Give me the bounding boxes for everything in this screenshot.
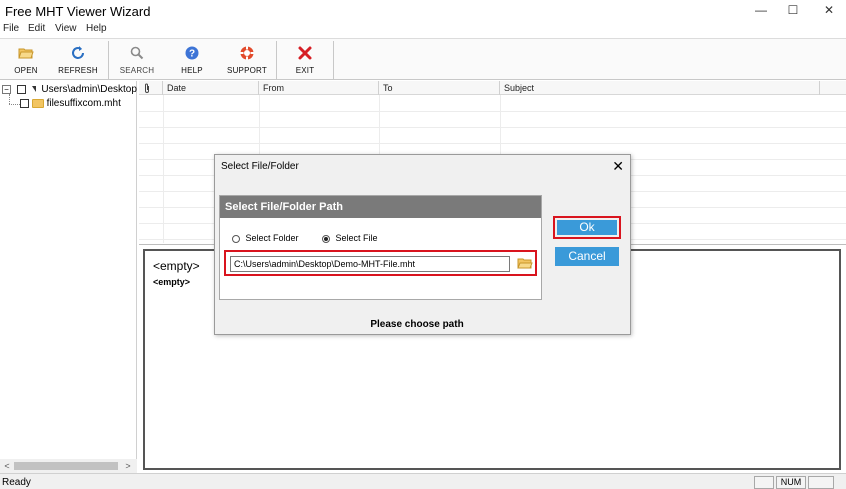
path-hint: Please choose path: [370, 319, 464, 330]
menu-edit[interactable]: Edit: [28, 23, 45, 34]
support-label: SUPPORT: [227, 66, 267, 75]
path-highlight: [224, 250, 537, 276]
collapse-icon[interactable]: −: [2, 84, 11, 94]
tree-horizontal-scrollbar[interactable]: < >: [0, 459, 137, 473]
exit-button[interactable]: EXIT: [279, 41, 331, 79]
menu-view[interactable]: View: [55, 23, 77, 34]
menu-file[interactable]: File: [3, 23, 19, 34]
status-text: Ready: [2, 477, 31, 488]
help-button[interactable]: ? HELP: [166, 41, 218, 79]
open-button[interactable]: OPEN: [0, 41, 52, 79]
search-label: SEARCH: [119, 66, 155, 75]
exit-label: EXIT: [295, 66, 315, 75]
dialog-title: Select File/Folder: [221, 161, 299, 172]
scroll-thumb[interactable]: [14, 462, 118, 470]
cancel-button[interactable]: Cancel: [555, 247, 619, 266]
tree-connector: [9, 104, 20, 105]
scroll-right-icon[interactable]: >: [121, 459, 135, 473]
grid-row-line: [139, 143, 846, 144]
menu-bar: File Edit View Help: [0, 22, 846, 38]
tree-item-root[interactable]: − Users\admin\Desktop: [2, 83, 137, 97]
window-title: Free MHT Viewer Wizard: [5, 4, 151, 19]
preview-empty-subtitle: <empty>: [153, 277, 191, 287]
grid-header: Date From To Subject: [139, 81, 846, 95]
refresh-icon: [72, 46, 84, 59]
svg-text:?: ?: [189, 49, 195, 60]
toolbar-separator: [333, 41, 334, 79]
search-button[interactable]: SEARCH: [111, 41, 163, 79]
tree-file-label: filesuffixcom.mht: [46, 98, 121, 109]
status-panel: [754, 476, 774, 489]
tree-item-file[interactable]: filesuffixcom.mht: [20, 97, 121, 111]
column-subject[interactable]: Subject: [500, 81, 820, 95]
column-date[interactable]: Date: [163, 81, 259, 95]
title-bar: Free MHT Viewer Wizard — ☐ ✕: [0, 0, 846, 22]
select-file-option[interactable]: Select File: [322, 233, 378, 243]
search-icon: [130, 46, 144, 60]
ok-button[interactable]: Ok: [557, 220, 617, 235]
ok-highlight: Ok: [553, 216, 621, 239]
grid-divider: [163, 95, 164, 243]
tree-connector: [9, 94, 10, 104]
select-file-radio[interactable]: [322, 234, 330, 243]
tree-root-label: Users\admin\Desktop: [41, 84, 137, 95]
paperclip-icon: [145, 83, 149, 93]
preview-empty-title: <empty>: [153, 259, 200, 273]
menu-help[interactable]: Help: [86, 23, 107, 34]
status-panel: [808, 476, 834, 489]
tree-file-checkbox[interactable]: [20, 98, 29, 108]
column-from[interactable]: From: [259, 81, 379, 95]
dialog-close-button[interactable]: ✕: [612, 157, 624, 175]
select-folder-option[interactable]: Select Folder: [232, 233, 299, 243]
folder-tree: − Users\admin\Desktop filesuffixcom.mht: [0, 81, 137, 459]
select-path-dialog: Select File/Folder ✕ Select File/Folder …: [214, 154, 631, 335]
cancel-wrapper: Cancel: [555, 247, 619, 266]
refresh-label: REFRESH: [58, 66, 98, 75]
open-label: OPEN: [14, 66, 38, 75]
scroll-left-icon[interactable]: <: [0, 459, 14, 473]
status-bar: Ready NUM: [0, 473, 846, 489]
drive-arrow-icon: [31, 86, 36, 93]
toolbar: OPEN REFRESH SEARCH ? HELP SUPPORT EXIT: [0, 38, 846, 80]
toolbar-separator: [108, 41, 109, 79]
browse-folder-icon[interactable]: [517, 256, 533, 270]
help-icon: ?: [185, 46, 199, 60]
folder-icon: [31, 98, 44, 108]
attachment-column[interactable]: [139, 81, 163, 95]
help-label: HELP: [181, 66, 203, 75]
exit-icon: [298, 46, 312, 60]
grid-row-line: [139, 111, 846, 112]
num-lock-indicator: NUM: [776, 476, 806, 489]
maximize-button[interactable]: ☐: [776, 0, 810, 22]
grid-row-line: [139, 127, 846, 128]
tree-root-checkbox[interactable]: [16, 84, 26, 94]
path-input[interactable]: [230, 256, 510, 272]
refresh-button[interactable]: REFRESH: [52, 41, 104, 79]
support-button[interactable]: SUPPORT: [221, 41, 273, 79]
select-folder-radio[interactable]: [232, 234, 240, 243]
path-group: Select File/Folder Path Select Folder Se…: [219, 195, 542, 300]
select-folder-label: Select Folder: [245, 233, 299, 243]
lifebuoy-icon: [240, 46, 254, 60]
toolbar-separator: [276, 41, 277, 79]
folder-open-icon: [18, 48, 34, 59]
select-file-label: Select File: [335, 233, 378, 243]
column-to[interactable]: To: [379, 81, 500, 95]
close-window-button[interactable]: ✕: [812, 0, 846, 22]
minimize-button[interactable]: —: [744, 0, 778, 22]
path-group-title: Select File/Folder Path: [220, 196, 541, 218]
